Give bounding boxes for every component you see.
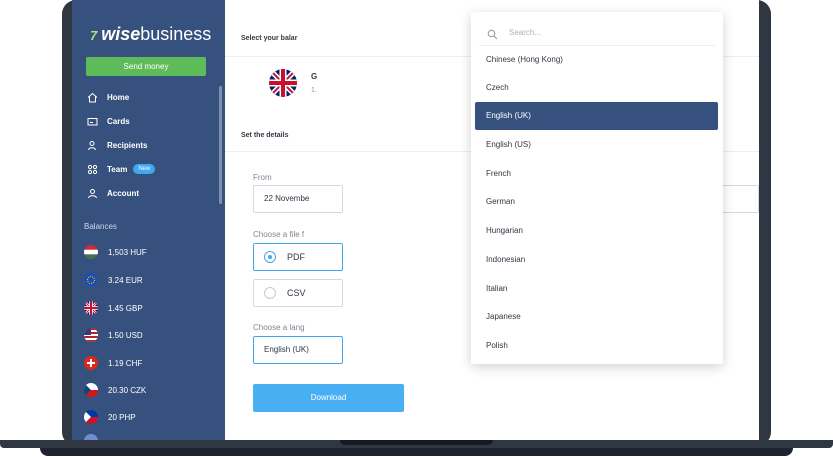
- balance-item-czk[interactable]: 20.30 CZK: [84, 382, 146, 398]
- balances-title: Balances: [84, 222, 117, 231]
- set-details-label: Set the details: [241, 132, 289, 139]
- send-money-button[interactable]: Send money: [86, 57, 206, 76]
- logo-wise-text: wise: [101, 24, 141, 44]
- language-option[interactable]: Hungarian: [475, 217, 718, 245]
- language-option-selected[interactable]: English (UK): [475, 102, 718, 130]
- balance-label: 20.30 CZK: [108, 385, 147, 395]
- format-label: CSV: [287, 288, 306, 298]
- sidebar-scrollbar[interactable]: [219, 86, 222, 204]
- screen: 7 wisebusiness Send money Home Cards Reci…: [72, 0, 759, 440]
- search-bar: [479, 20, 715, 46]
- sidebar-item-home[interactable]: Home: [86, 90, 129, 104]
- balance-label: 1.19 CHF: [108, 358, 143, 368]
- sidebar-item-label: Cards: [107, 116, 130, 126]
- statement-form: Select your balar G 1. Set the details F…: [225, 0, 759, 440]
- select-balance-label: Select your balar: [241, 35, 298, 42]
- balance-item-php[interactable]: 20 PHP: [84, 409, 136, 425]
- account-name: G: [311, 72, 318, 81]
- flag-icon: [84, 434, 98, 440]
- balance-item-eur[interactable]: 3.24 EUR: [84, 272, 143, 288]
- uk-flag-icon[interactable]: [269, 69, 297, 97]
- balance-item-usd[interactable]: 1.50 USD: [84, 327, 143, 343]
- language-option[interactable]: Italian: [475, 275, 718, 303]
- us-flag-icon: [84, 328, 98, 342]
- wise-flag-icon: 7: [90, 28, 98, 43]
- laptop-base: [0, 440, 833, 458]
- language-option[interactable]: German: [475, 188, 718, 216]
- balance-label: 1,503 HUF: [108, 247, 147, 257]
- radio-button[interactable]: [264, 251, 276, 263]
- language-option[interactable]: Polish: [475, 332, 718, 360]
- format-label: PDF: [287, 252, 305, 262]
- laptop-base-top: [0, 440, 833, 448]
- radio-button[interactable]: [264, 287, 276, 299]
- philippines-flag-icon: [84, 410, 98, 424]
- laptop-notch: [340, 440, 493, 445]
- balance-label: 3.24 EUR: [108, 275, 143, 285]
- account-icon: [86, 187, 98, 199]
- format-option-pdf[interactable]: PDF: [253, 243, 343, 271]
- file-format-label: Choose a file f: [253, 230, 305, 239]
- from-label: From: [253, 173, 272, 182]
- language-option[interactable]: Japanese: [475, 303, 718, 331]
- sidebar-item-label: Home: [107, 92, 130, 102]
- language-label: Choose a lang: [253, 323, 305, 332]
- uk-flag-icon: [84, 301, 98, 315]
- account-balance: 1.: [311, 87, 317, 94]
- language-dropdown: Chinese (Hong Kong) Czech English (UK) E…: [471, 12, 723, 364]
- wise-business-logo[interactable]: 7 wisebusiness: [90, 24, 211, 45]
- language-option[interactable]: French: [475, 160, 718, 188]
- sidebar-item-label: Team: [107, 164, 128, 174]
- search-input[interactable]: [509, 28, 689, 37]
- recipients-icon: [86, 139, 98, 151]
- laptop-base-bottom: [40, 448, 793, 456]
- balance-label: 20 PHP: [108, 412, 136, 422]
- logo-business-text: business: [140, 24, 212, 44]
- balance-item-partial[interactable]: [84, 433, 108, 440]
- sidebar-item-label: Recipients: [107, 140, 148, 150]
- language-option[interactable]: Czech: [475, 74, 718, 102]
- from-date-field[interactable]: 22 Novembe: [253, 185, 343, 213]
- language-option[interactable]: Chinese (Hong Kong): [475, 46, 718, 74]
- balance-label: 1.45 GBP: [108, 303, 143, 313]
- language-option[interactable]: English (US): [475, 131, 718, 159]
- balance-label: 1.50 USD: [108, 330, 143, 340]
- language-select[interactable]: English (UK): [253, 336, 343, 364]
- sidebar-item-team[interactable]: Team New: [86, 162, 156, 176]
- balance-item-gbp[interactable]: 1.45 GBP: [84, 300, 143, 316]
- balance-item-chf[interactable]: 1.19 CHF: [84, 355, 142, 371]
- sidebar-item-recipients[interactable]: Recipients: [86, 138, 147, 152]
- czech-flag-icon: [84, 383, 98, 397]
- eu-flag-icon: [84, 273, 98, 287]
- sidebar: 7 wisebusiness Send money Home Cards Reci…: [72, 0, 225, 440]
- balance-item-huf[interactable]: 1,503 HUF: [84, 244, 147, 260]
- team-icon: [86, 163, 98, 175]
- sidebar-item-account[interactable]: Account: [86, 186, 139, 200]
- swiss-flag-icon: [84, 356, 98, 370]
- format-option-csv[interactable]: CSV: [253, 279, 343, 307]
- new-badge: New: [133, 164, 156, 174]
- hungary-flag-icon: [84, 245, 98, 259]
- sidebar-item-cards[interactable]: Cards: [86, 114, 130, 128]
- home-icon: [86, 91, 98, 103]
- language-option[interactable]: Indonesian: [475, 246, 718, 274]
- card-icon: [86, 115, 98, 127]
- search-icon: [487, 27, 499, 39]
- download-button[interactable]: Download: [253, 384, 404, 412]
- sidebar-item-label: Account: [107, 188, 139, 198]
